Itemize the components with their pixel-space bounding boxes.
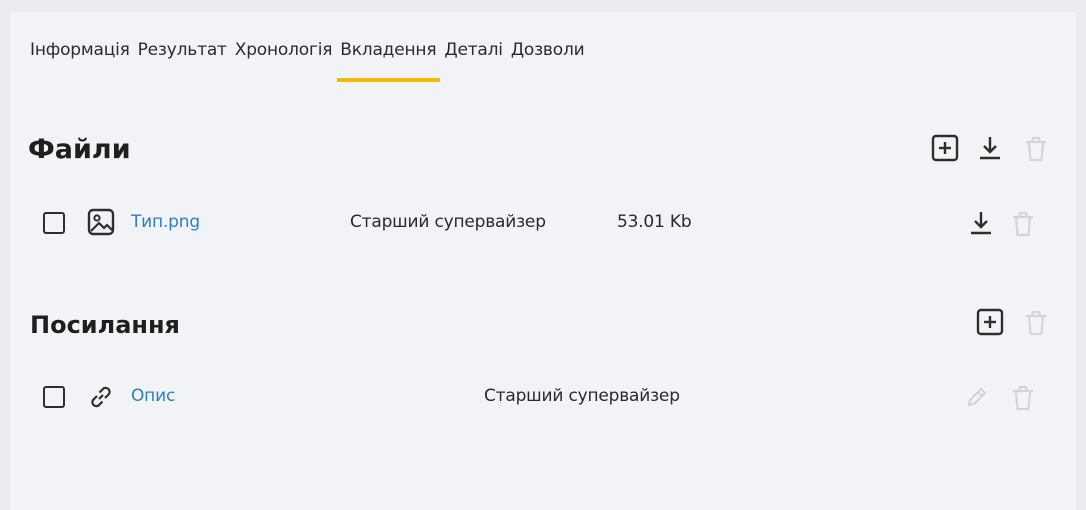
file-row-checkbox[interactable] — [43, 212, 65, 234]
image-icon — [87, 208, 115, 236]
file-size: 53.01 Kb — [617, 212, 692, 232]
download-all-icon[interactable] — [975, 133, 1005, 163]
tab-permissions[interactable]: Дозволи — [511, 40, 585, 82]
link-row-checkbox[interactable] — [43, 386, 65, 408]
link-icon — [91, 386, 111, 408]
link-author: Старший супервайзер — [484, 386, 680, 406]
delete-files-icon[interactable] — [1021, 134, 1051, 164]
add-file-icon[interactable] — [930, 133, 960, 163]
tab-attachments[interactable]: Вкладення — [337, 40, 441, 82]
tab-bar: Інформація Результат Хронологія Вкладенн… — [30, 40, 592, 96]
links-section-title: Посилання — [30, 311, 180, 339]
link-name[interactable]: Опис — [131, 386, 175, 406]
download-file-icon[interactable] — [966, 208, 996, 238]
tab-history[interactable]: Хронологія — [235, 40, 333, 82]
files-section-title: Файли — [28, 134, 131, 165]
delete-link-icon[interactable] — [1008, 383, 1038, 413]
delete-file-icon[interactable] — [1008, 209, 1038, 239]
file-author: Старший супервайзер — [350, 212, 546, 232]
add-link-icon[interactable] — [975, 307, 1005, 337]
delete-links-icon[interactable] — [1021, 308, 1051, 338]
tab-details[interactable]: Деталі — [444, 40, 503, 82]
file-name-link[interactable]: Тип.png — [131, 212, 200, 232]
tab-result[interactable]: Результат — [138, 40, 227, 82]
tab-info[interactable]: Інформація — [30, 40, 130, 82]
edit-link-icon[interactable] — [962, 382, 992, 412]
